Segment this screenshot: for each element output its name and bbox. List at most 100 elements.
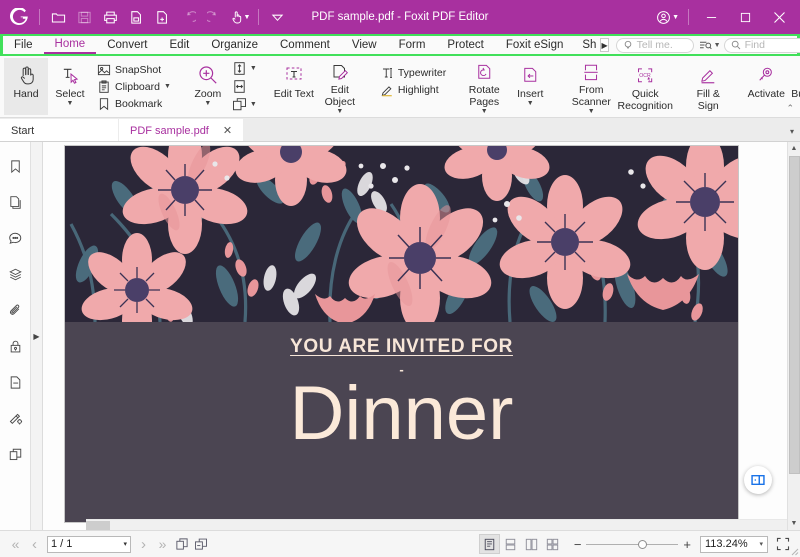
page-thumbnails-panel-button[interactable]	[3, 190, 27, 214]
document-view[interactable]: YOU ARE INVITED FOR - Dinner	[43, 142, 800, 530]
split-view-button[interactable]: ▼	[230, 96, 259, 114]
close-button[interactable]	[762, 0, 796, 34]
zoom-button[interactable]: Zoom ▼	[186, 58, 230, 115]
fit-width-button[interactable]	[230, 78, 259, 96]
chevron-down-icon[interactable]: ▼	[250, 101, 257, 108]
hand-tool-button[interactable]: Hand	[4, 58, 48, 115]
previous-page-button[interactable]: ‹	[25, 535, 44, 554]
continuous-view-button[interactable]	[500, 534, 521, 554]
menu-comment[interactable]: Comment	[269, 36, 341, 54]
edit-object-button[interactable]: Edit Object ▼	[317, 58, 363, 115]
menu-edit[interactable]: Edit	[159, 36, 201, 54]
create-pdf-button[interactable]	[149, 4, 175, 30]
menu-view[interactable]: View	[341, 36, 388, 54]
attachments-panel-button[interactable]	[3, 298, 27, 322]
rotate-pages-button[interactable]: Rotate Pages ▼	[461, 58, 507, 115]
zoom-slider-thumb[interactable]	[638, 540, 647, 549]
menu-home[interactable]: Home	[44, 36, 97, 54]
insert-pages-button[interactable]: Insert ▼	[507, 58, 553, 115]
bookmarks-panel-button[interactable]	[3, 154, 27, 178]
chevron-down-icon[interactable]: ▼	[336, 109, 343, 115]
next-page-button[interactable]: ›	[134, 535, 153, 554]
facing-view-button[interactable]	[521, 534, 542, 554]
menu-protect[interactable]: Protect	[436, 36, 494, 54]
chevron-down-icon[interactable]: ▼	[204, 101, 211, 107]
clipboard-button[interactable]: Clipboard ▼	[92, 78, 174, 95]
typewriter-button[interactable]: Typewriter	[375, 64, 449, 81]
chevron-down-icon[interactable]: ▾	[123, 540, 127, 548]
zoom-level-input[interactable]: 113.24% ▾	[700, 536, 768, 553]
layers-panel-button[interactable]	[3, 262, 27, 286]
print-button[interactable]	[97, 4, 123, 30]
edit-text-button[interactable]: Edit Text	[271, 58, 317, 115]
tab-start[interactable]: Start	[0, 119, 118, 141]
tell-me-search[interactable]: Tell me.	[616, 38, 694, 53]
redo-button[interactable]	[201, 4, 227, 30]
horizontal-scroll-thumb[interactable]	[86, 521, 110, 530]
last-page-button[interactable]: »	[153, 535, 172, 554]
tab-pdf-sample[interactable]: PDF sample.pdf ✕	[119, 119, 243, 141]
page-number-input[interactable]: 1 / 1 ▾	[47, 536, 131, 553]
quick-recognition-button[interactable]: OCR Quick Recognition	[617, 58, 673, 115]
collapse-ribbon-button[interactable]: ⌃	[786, 103, 794, 114]
menu-organize[interactable]: Organize	[200, 36, 269, 54]
menu-share[interactable]: Sh	[574, 36, 600, 54]
chevron-down-icon[interactable]: ▼	[164, 83, 171, 90]
chevron-down-icon[interactable]: ▾	[759, 540, 763, 548]
from-scanner-button[interactable]: From Scanner ▼	[565, 58, 617, 115]
touch-mode-button[interactable]: ▼	[227, 4, 253, 30]
scroll-up-button[interactable]: ▲	[788, 142, 800, 155]
comments-panel-button[interactable]	[3, 226, 27, 250]
horizontal-scrollbar[interactable]	[86, 519, 787, 530]
highlight-button[interactable]: Highlight	[375, 81, 449, 98]
resize-grip[interactable]	[787, 544, 799, 556]
chevron-down-icon[interactable]: ▼	[250, 65, 257, 72]
facing-continuous-view-button[interactable]	[542, 534, 563, 554]
advanced-search-icon[interactable]: ▼	[699, 40, 721, 51]
page-transition-button[interactable]	[191, 535, 210, 554]
close-tab-icon[interactable]: ✕	[209, 124, 232, 137]
chevron-down-icon[interactable]: ▼	[527, 101, 534, 107]
pdf-page[interactable]: YOU ARE INVITED FOR - Dinner	[65, 146, 738, 522]
fit-page-button[interactable]: ▼	[230, 60, 259, 78]
chevron-down-icon[interactable]: ▼	[588, 109, 595, 115]
assistant-chat-button[interactable]	[744, 466, 772, 494]
open-file-button[interactable]	[45, 4, 71, 30]
zoom-in-button[interactable]: +	[678, 537, 696, 552]
menu-convert[interactable]: Convert	[96, 36, 158, 54]
email-attach-button[interactable]	[123, 4, 149, 30]
rotate-view-button[interactable]	[172, 535, 191, 554]
chevron-down-icon[interactable]: ▼	[67, 101, 74, 107]
bookmark-button[interactable]: Bookmark	[92, 95, 174, 112]
zoom-slider-track[interactable]	[586, 544, 678, 545]
vertical-scroll-thumb[interactable]	[789, 156, 800, 474]
maximize-button[interactable]	[728, 0, 762, 34]
scroll-down-button[interactable]: ▼	[788, 517, 800, 530]
tab-overflow-icon[interactable]: ▾	[790, 127, 794, 136]
menu-form[interactable]: Form	[388, 36, 437, 54]
chevron-down-icon[interactable]: ▼	[481, 109, 488, 115]
account-button[interactable]: ▼	[652, 10, 683, 25]
single-page-view-button[interactable]	[479, 534, 500, 554]
select-tool-button[interactable]: Select ▼	[48, 58, 92, 115]
fields-panel-button[interactable]	[3, 370, 27, 394]
menu-file[interactable]: File	[3, 36, 44, 54]
minimize-button[interactable]	[694, 0, 728, 34]
security-panel-button[interactable]	[3, 334, 27, 358]
save-file-button[interactable]	[71, 4, 97, 30]
vertical-scrollbar[interactable]: ▲ ▼	[787, 142, 800, 530]
stamps-panel-button[interactable]	[3, 442, 27, 466]
expand-panel-icon[interactable]: ▶	[33, 332, 39, 341]
signatures-panel-button[interactable]	[3, 406, 27, 430]
customize-toolbar-button[interactable]	[264, 4, 290, 30]
navigation-splitter[interactable]: ▶	[31, 142, 43, 530]
first-page-button[interactable]: «	[6, 535, 25, 554]
zoom-out-button[interactable]: −	[569, 537, 587, 552]
undo-button[interactable]	[175, 4, 201, 30]
fill-sign-button[interactable]: Fill & Sign	[685, 58, 731, 115]
find-search-input[interactable]: Find	[724, 38, 800, 53]
menu-overflow-button[interactable]: ▶	[600, 38, 608, 52]
activate-button[interactable]: Activate	[743, 58, 789, 115]
menu-foxit-esign[interactable]: Foxit eSign	[495, 36, 575, 54]
snapshot-button[interactable]: SnapShot	[92, 61, 174, 78]
